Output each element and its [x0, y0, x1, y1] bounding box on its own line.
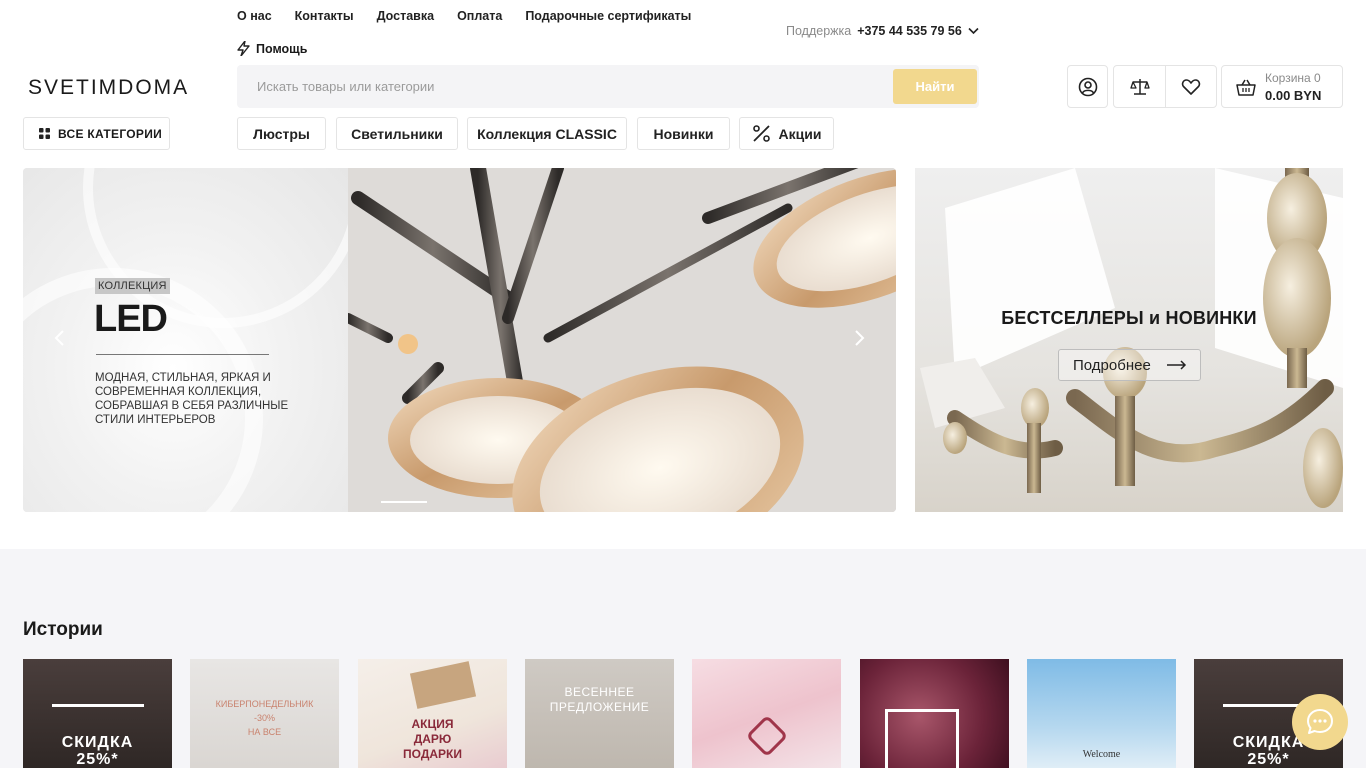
compare-button[interactable] — [1114, 66, 1166, 107]
chandelier-side-illustration — [920, 168, 1343, 508]
nav-classic-collection[interactable]: Коллекция CLASSIC — [467, 117, 627, 150]
story-card[interactable]: СКИДКА 25%* — [23, 659, 172, 768]
link-payment[interactable]: Оплата — [457, 8, 502, 24]
hero-title: LED — [94, 298, 168, 340]
heart-icon — [1181, 78, 1201, 95]
all-categories-button[interactable]: ВСЕ КАТЕГОРИИ — [23, 117, 170, 150]
top-links: О нас Контакты Доставка Оплата Подарочны… — [237, 8, 714, 24]
user-icon — [1078, 77, 1097, 96]
more-button-label: Подробнее — [1073, 356, 1151, 374]
grid-icon — [39, 128, 50, 139]
arrow-right-icon — [1166, 360, 1186, 370]
story-divider — [52, 704, 144, 707]
chevron-left-icon[interactable] — [53, 328, 67, 348]
chevron-right-icon[interactable] — [852, 328, 866, 348]
nav-chandeliers[interactable]: Люстры — [237, 117, 326, 150]
cart-button[interactable]: Корзина 0 0.00 BYN — [1221, 65, 1343, 108]
stories-title: Истории — [23, 619, 103, 640]
story-text: Welcome — [1082, 749, 1121, 760]
link-contacts[interactable]: Контакты — [295, 8, 354, 24]
account-button[interactable] — [1067, 65, 1108, 108]
chandelier-illustration — [343, 168, 896, 512]
nav-sales-label: Акции — [778, 125, 822, 142]
support-phone[interactable]: Поддержка +375 44 535 79 56 — [786, 24, 979, 38]
story-text: СКИДКА 25%* — [61, 734, 134, 768]
story-emblem — [745, 714, 789, 758]
help-label: Помощь — [256, 41, 308, 56]
hero-side-banner[interactable]: БЕСТСЕЛЛЕРЫ и НОВИНКИ Подробнее — [915, 168, 1343, 512]
nav-new-label: Новинки — [653, 125, 714, 142]
story-frame — [885, 709, 959, 768]
story-card[interactable]: АКЦИЯ ДАРЮ ПОДАРКИ — [358, 659, 507, 768]
hero-divider — [96, 354, 269, 355]
hero-slider[interactable]: КОЛЛЕКЦИЯ LED МОДНАЯ, СТИЛЬНАЯ, ЯРКАЯ И … — [23, 168, 896, 512]
hero-chandelier-image — [343, 168, 896, 512]
link-about[interactable]: О нас — [237, 8, 272, 24]
compare-favorites-group — [1113, 65, 1217, 108]
chevron-down-icon[interactable] — [968, 27, 979, 35]
search-bar: Найти — [237, 65, 979, 108]
link-delivery[interactable]: Доставка — [377, 8, 434, 24]
logo[interactable]: SVETIMDOMA — [28, 76, 189, 100]
cart-count: Корзина 0 — [1265, 71, 1321, 85]
side-banner-title: БЕСТСЕЛЛЕРЫ и НОВИНКИ — [1001, 308, 1257, 328]
hero-left-panel — [23, 168, 363, 512]
support-phone-number[interactable]: +375 44 535 79 56 — [857, 24, 962, 38]
story-text: ВЕСЕННЕЕ ПРЕДЛОЖЕНИЕ — [549, 685, 650, 714]
favorites-button[interactable] — [1166, 66, 1216, 107]
help-link[interactable]: Помощь — [237, 41, 307, 56]
hero-tag: КОЛЛЕКЦИЯ — [95, 278, 170, 294]
cart-total: 0.00 BYN — [1265, 88, 1322, 103]
scales-icon — [1129, 78, 1150, 95]
story-card[interactable] — [692, 659, 841, 768]
basket-icon — [1236, 79, 1256, 96]
story-text: КИБЕРПОНЕДЕЛЬНИК -30% НА ВСЕ — [215, 699, 314, 737]
story-card[interactable] — [860, 659, 1009, 768]
search-button[interactable]: Найти — [893, 69, 977, 104]
chat-button[interactable] — [1292, 694, 1348, 750]
story-card[interactable]: КИБЕРПОНЕДЕЛЬНИК -30% НА ВСЕ — [190, 659, 339, 768]
nav-lamps-label: Светильники — [351, 125, 443, 142]
chat-bubble-icon — [1307, 709, 1333, 734]
support-label: Поддержка — [786, 24, 852, 38]
link-gift-certificates[interactable]: Подарочные сертификаты — [525, 8, 691, 24]
nav-chandeliers-label: Люстры — [253, 125, 310, 142]
search-input[interactable] — [237, 65, 877, 108]
slider-progress[interactable] — [381, 501, 427, 503]
nav-lamps[interactable]: Светильники — [336, 117, 458, 150]
nav-new[interactable]: Новинки — [637, 117, 730, 150]
story-card[interactable]: ВЕСЕННЕЕ ПРЕДЛОЖЕНИЕ — [525, 659, 674, 768]
hero-description: МОДНАЯ, СТИЛЬНАЯ, ЯРКАЯ И СОВРЕМЕННАЯ КО… — [95, 372, 289, 426]
page: О нас Контакты Доставка Оплата Подарочны… — [0, 0, 1366, 768]
all-categories-label: ВСЕ КАТЕГОРИИ — [58, 126, 163, 141]
story-text: АКЦИЯ ДАРЮ ПОДАРКИ — [403, 717, 462, 761]
stories-section: Истории СКИДКА 25%* КИБЕРПОНЕДЕЛЬНИК -30… — [0, 549, 1366, 768]
lightning-icon — [237, 41, 250, 56]
story-gift-box — [409, 661, 477, 709]
nav-sales[interactable]: Акции — [739, 117, 834, 150]
nav-classic-label: Коллекция CLASSIC — [477, 125, 617, 142]
more-button[interactable]: Подробнее — [1058, 349, 1201, 381]
percent-icon — [752, 125, 770, 142]
story-card[interactable]: Welcome — [1027, 659, 1176, 768]
